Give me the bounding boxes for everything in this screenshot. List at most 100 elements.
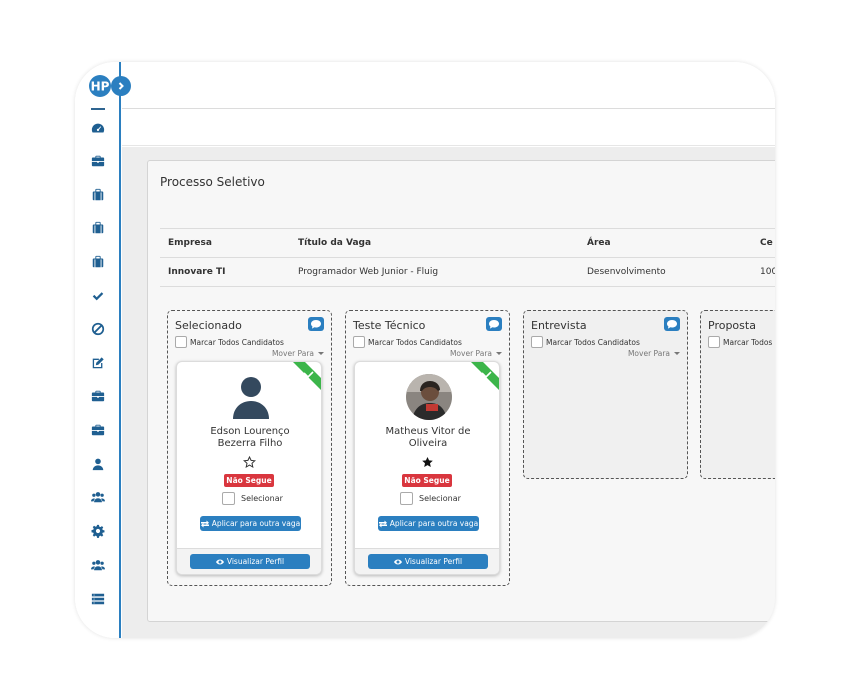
column-header: Área (587, 238, 611, 248)
view-button-label: Visualizar Perfil (404, 557, 463, 566)
caret-down-icon (674, 352, 680, 355)
candidate-name: Edson Lourenço Bezerra Filho (177, 426, 321, 450)
mark-all-checkbox[interactable]: Marcar Todos Candidatos (175, 336, 284, 348)
chat-icon (311, 319, 321, 329)
exchange-icon (200, 520, 209, 527)
view-profile-button[interactable]: Visualizar Perfil (368, 554, 488, 569)
checkbox[interactable] (708, 336, 720, 348)
view-button-label: Visualizar Perfil (226, 557, 285, 566)
sidebar: HP (75, 62, 121, 638)
checkbox[interactable] (175, 336, 187, 348)
mark-all-label: Marcar Todos Candidatos (368, 337, 462, 347)
briefcase-icon[interactable] (90, 422, 106, 438)
suitcase-icon[interactable] (90, 220, 106, 236)
status-badge: Não Segue (402, 474, 452, 487)
move-to-label: Mover Para (627, 349, 670, 358)
table-header-row: Empresa Título da Vaga Área Ce (160, 229, 775, 258)
candidate-name-line: Matheus Vitor de (385, 426, 471, 437)
star-filled-icon[interactable] (421, 456, 434, 469)
sub-bar (122, 110, 775, 146)
ban-icon[interactable] (90, 321, 106, 337)
apply-button-label: Aplicar para outra vaga (211, 519, 301, 528)
users-icon[interactable] (90, 489, 106, 505)
checkbox[interactable] (531, 336, 543, 348)
table-cell: Desenvolvimento (587, 267, 666, 277)
mark-all-checkbox[interactable]: Marcar Todos Candidatos (531, 336, 640, 348)
mark-all-checkbox[interactable]: Marcar Todos Candidatos (353, 336, 462, 348)
card-footer: Visualizar Perfil (177, 548, 321, 574)
chat-button[interactable] (308, 317, 324, 331)
select-checkbox[interactable]: Selecionar (222, 492, 283, 505)
approved-ribbon-icon (471, 362, 499, 390)
status-badge: Não Segue (224, 474, 274, 487)
app-logo[interactable]: HP (87, 74, 113, 98)
dashboard-icon[interactable] (90, 120, 106, 136)
checkbox[interactable] (400, 492, 413, 505)
caret-down-icon (318, 352, 324, 355)
stage-column-entrevista: Entrevista Marcar Todos Candidatos Mover… (523, 310, 688, 479)
column-header: Ce (760, 238, 773, 248)
move-to-label: Mover Para (449, 349, 492, 358)
mark-all-checkbox[interactable]: Marcar Todos (708, 336, 772, 348)
stage-title: Selecionado (175, 319, 242, 332)
exchange-icon (378, 520, 387, 527)
select-label: Selecionar (419, 494, 461, 503)
mark-all-label: Marcar Todos Candidatos (546, 337, 640, 347)
candidate-name-line: Bezerra Filho (217, 438, 283, 449)
chat-button[interactable] (486, 317, 502, 331)
sidebar-toggle-button[interactable] (111, 76, 131, 96)
apply-other-job-button[interactable]: Aplicar para outra vaga (378, 516, 479, 531)
users-icon[interactable] (90, 557, 106, 573)
stage-title: Entrevista (531, 319, 587, 332)
mark-all-label: Marcar Todos Candidatos (190, 337, 284, 347)
candidate-photo (406, 374, 452, 420)
candidate-name-line: Oliveira (408, 438, 448, 449)
approved-ribbon-icon (293, 362, 321, 390)
candidate-name-line: Edson Lourenço (210, 426, 290, 437)
job-info-table: Empresa Título da Vaga Área Ce Innovare … (160, 228, 775, 287)
stage-column-selecionado: Selecionado Marcar Todos Candidatos Move… (167, 310, 332, 586)
check-icon[interactable] (90, 288, 106, 304)
app-window: HP Processo Seletivo Empresa Título da V… (75, 62, 775, 638)
page-title: Processo Seletivo (160, 175, 265, 189)
candidate-card: Matheus Vitor de Oliveira Não Segue Sele… (354, 361, 500, 575)
suitcase-icon[interactable] (90, 187, 106, 203)
move-to-dropdown[interactable]: Mover Para (628, 349, 680, 358)
briefcase-icon[interactable] (90, 153, 106, 169)
stage-title: Teste Técnico (353, 319, 426, 332)
column-header: Título da Vaga (298, 238, 372, 248)
star-outline-icon[interactable] (243, 456, 256, 469)
move-to-dropdown[interactable]: Mover Para (272, 349, 324, 358)
chat-icon (667, 319, 677, 329)
mark-all-label: Marcar Todos (723, 337, 773, 347)
checkbox[interactable] (353, 336, 365, 348)
apply-other-job-button[interactable]: Aplicar para outra vaga (200, 516, 301, 531)
move-to-dropdown[interactable]: Mover Para (450, 349, 502, 358)
table-cell: Innovare TI (168, 267, 226, 277)
table-cell: 100 (760, 267, 775, 277)
move-to-label: Mover Para (271, 349, 314, 358)
stage-title: Proposta (708, 319, 756, 332)
list-icon[interactable] (90, 591, 106, 607)
person-placeholder-icon (233, 377, 269, 419)
table-cell: Programador Web Junior - Fluig (298, 267, 439, 277)
suitcase-icon[interactable] (90, 254, 106, 270)
checkbox[interactable] (222, 492, 235, 505)
candidate-name: Matheus Vitor de Oliveira (355, 426, 499, 450)
gear-icon[interactable] (90, 523, 106, 539)
eye-icon (393, 559, 402, 564)
apply-button-label: Aplicar para outra vaga (389, 519, 479, 528)
select-checkbox[interactable]: Selecionar (400, 492, 461, 505)
select-label: Selecionar (241, 494, 283, 503)
card-footer: Visualizar Perfil (355, 548, 499, 574)
selection-process-panel: Processo Seletivo Empresa Título da Vaga… (147, 160, 775, 622)
briefcase-icon[interactable] (90, 388, 106, 404)
candidate-card: Edson Lourenço Bezerra Filho Não Segue S… (176, 361, 322, 575)
edit-icon[interactable] (90, 355, 106, 371)
top-bar (122, 62, 775, 109)
stage-column-teste-tecnico: Teste Técnico Marcar Todos Candidatos Mo… (345, 310, 510, 586)
chat-button[interactable] (664, 317, 680, 331)
user-icon[interactable] (90, 456, 106, 472)
view-profile-button[interactable]: Visualizar Perfil (190, 554, 310, 569)
stage-column-proposta: Proposta Marcar Todos (700, 310, 775, 479)
